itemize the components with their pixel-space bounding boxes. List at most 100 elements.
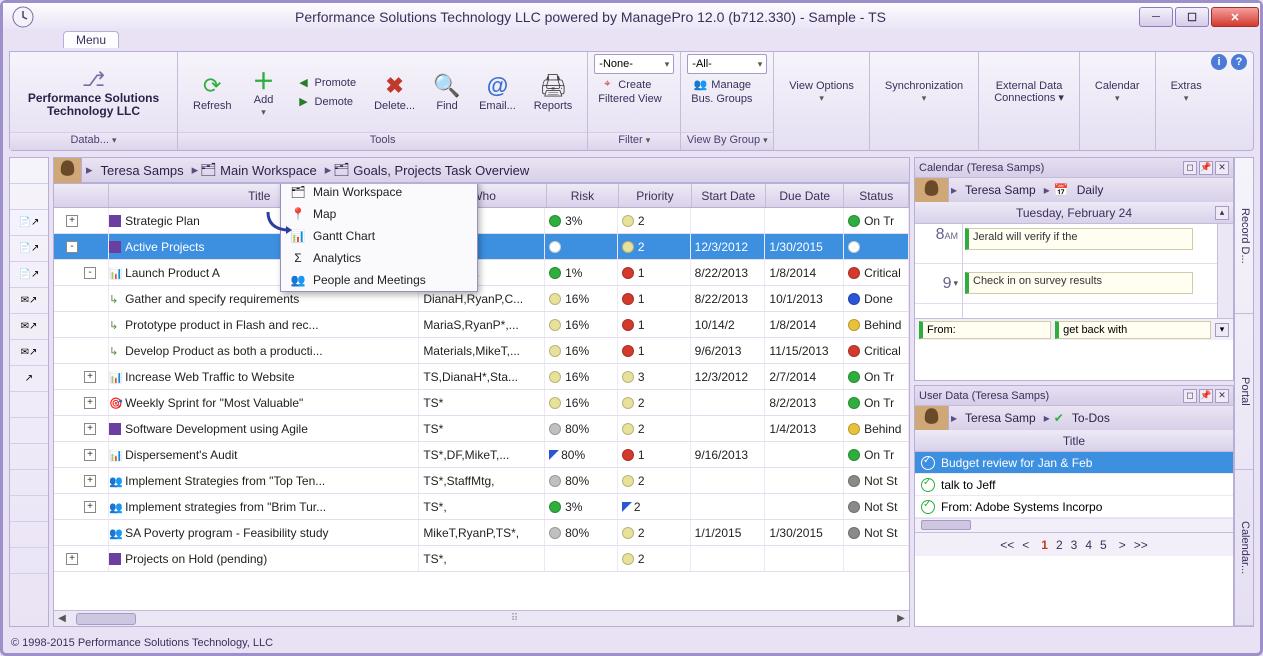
tree-toggle[interactable]: - (66, 241, 78, 253)
col-start[interactable]: Start Date (692, 184, 766, 207)
refresh-button[interactable]: ⟳ Refresh (184, 67, 241, 117)
tree-toggle[interactable]: + (66, 553, 78, 565)
table-row[interactable]: +👥Implement Strategies from "Top Ten...T… (54, 468, 909, 494)
pager-page[interactable]: 2 (1056, 538, 1063, 552)
menu-analytics[interactable]: ΣAnalytics (281, 247, 477, 269)
panel-popout-icon[interactable]: ◻ (1183, 389, 1197, 403)
filter-group-dropdown-icon[interactable]: ▾ (646, 135, 651, 145)
col-due[interactable]: Due Date (766, 184, 844, 207)
calendar-button[interactable]: Calendar▾ (1086, 75, 1149, 109)
cal-getback-pill[interactable]: get back with (1055, 321, 1211, 339)
brand-line2[interactable]: Technology LLC (47, 104, 140, 118)
scroll-thumb[interactable] (76, 613, 136, 625)
minimize-button[interactable]: ─ (1139, 7, 1173, 27)
menu-tab[interactable]: Menu (63, 31, 119, 48)
email-button[interactable]: @ Email... (470, 67, 525, 117)
cal-bc-view[interactable]: Daily (1071, 183, 1110, 197)
datab-dropdown-icon[interactable]: ▾ (112, 135, 117, 145)
gutter-flag-2[interactable]: 📄↗ (10, 236, 48, 262)
panel-close-icon[interactable]: ✕ (1215, 389, 1229, 403)
col-risk[interactable]: Risk (547, 184, 619, 207)
table-row[interactable]: +🎯Weekly Sprint for "Most Valuable"TS*16… (54, 390, 909, 416)
panel-pin-icon[interactable]: 📌 (1199, 389, 1213, 403)
bc-workspace[interactable]: Main Workspace (214, 163, 323, 178)
col-status[interactable]: Status (844, 184, 909, 207)
delete-button[interactable]: ✖ Delete... (365, 67, 424, 117)
table-row[interactable]: +Software Development using AgileTS*80%2… (54, 416, 909, 442)
help-icon[interactable]: ? (1231, 54, 1247, 70)
pager-first[interactable]: << (1000, 538, 1014, 552)
todo-col-title[interactable]: Title (915, 430, 1233, 452)
view-options-button[interactable]: View Options▾ (780, 75, 863, 109)
menu-gantt[interactable]: 📊Gantt Chart (281, 225, 477, 247)
table-row[interactable]: -📊Launch Product AMariaS*,...1%18/22/201… (54, 260, 909, 286)
calendar-event[interactable]: Jerald will verify if the (965, 228, 1193, 250)
col-priority[interactable]: Priority (619, 184, 691, 207)
pager-page[interactable]: 1 (1041, 538, 1048, 552)
table-row[interactable]: ↳Develop Product as both a producti...Ma… (54, 338, 909, 364)
promote-button[interactable]: ◀Promote (291, 74, 362, 91)
group-combo[interactable]: -All-▾ (687, 54, 767, 74)
filter-combo[interactable]: -None-▾ (594, 54, 674, 74)
maximize-button[interactable]: ☐ (1175, 7, 1209, 27)
tree-toggle[interactable]: + (84, 501, 96, 513)
tree-toggle[interactable]: - (84, 267, 96, 279)
table-row[interactable]: 👥SA Poverty program - Feasibility studyM… (54, 520, 909, 546)
bc-overview[interactable]: Goals, Projects Task Overview (347, 163, 535, 178)
sidetab-portal[interactable]: Portal (1235, 314, 1253, 470)
find-button[interactable]: 🔍 Find (424, 67, 470, 117)
tree-toggle[interactable]: + (84, 475, 96, 487)
table-row[interactable]: ↳Prototype product in Flash and rec...Ma… (54, 312, 909, 338)
menu-people[interactable]: 👥People and Meetings (281, 269, 477, 291)
scroll-right-icon[interactable]: ▶ (893, 613, 909, 624)
table-row[interactable]: +Projects on Hold (pending)TS*,2 (54, 546, 909, 572)
scroll-left-icon[interactable]: ◀ (54, 613, 70, 624)
gutter-flag-1[interactable]: 📄↗ (10, 210, 48, 236)
gutter-flag-5[interactable]: ✉↗ (10, 314, 48, 340)
brand-line1[interactable]: Performance Solutions (28, 91, 159, 105)
table-row[interactable]: +📊Increase Web Traffic to WebsiteTS,Dian… (54, 364, 909, 390)
pager-last[interactable]: >> (1134, 538, 1148, 552)
grid-h-scrollbar[interactable]: ◀ ⠿ ▶ (54, 610, 909, 626)
table-row[interactable]: ↳Gather and specify requirementsDianaH,R… (54, 286, 909, 312)
bc-user[interactable]: Teresa Samps (95, 163, 190, 178)
menu-main-workspace[interactable]: 🗂Main Workspace (281, 183, 477, 203)
reports-button[interactable]: 🖨 Reports (525, 67, 582, 117)
panel-close-icon[interactable]: ✕ (1215, 161, 1229, 175)
bc-chevron-icon[interactable]: ▸ (323, 162, 334, 178)
tree-toggle[interactable]: + (84, 423, 96, 435)
hour-dropdown-icon[interactable]: ▾ (953, 278, 958, 289)
extras-button[interactable]: Extras▾ (1162, 75, 1211, 109)
table-row[interactable]: +📊Dispersement's AuditTS*,DF,MikeT,...80… (54, 442, 909, 468)
panel-popout-icon[interactable]: ◻ (1183, 161, 1197, 175)
demote-button[interactable]: ▶Demote (291, 93, 362, 110)
pager-prev[interactable]: < (1022, 538, 1029, 552)
todo-item[interactable]: Budget review for Jan & Feb (915, 452, 1233, 474)
bc-chevron-icon[interactable]: ▸ (84, 162, 95, 178)
tree-toggle[interactable]: + (84, 371, 96, 383)
cal-from-pill[interactable]: From: (919, 321, 1051, 339)
add-button[interactable]: ＋ Add▾ (241, 61, 287, 123)
info-icon[interactable]: i (1211, 54, 1227, 70)
pager-next[interactable]: > (1119, 538, 1126, 552)
tree-toggle[interactable]: + (84, 397, 96, 409)
menu-map[interactable]: 📍Map (281, 203, 477, 225)
bc-chevron-icon[interactable]: ▸ (190, 162, 201, 178)
table-row[interactable]: +Strategic Plan3%2On Tr (54, 208, 909, 234)
tree-toggle[interactable]: + (66, 215, 78, 227)
table-row[interactable]: +👥Implement strategies from "Brim Tur...… (54, 494, 909, 520)
todo-item[interactable]: talk to Jeff (915, 474, 1233, 496)
gutter-flag-7[interactable]: ↗ (10, 366, 48, 392)
calendar-event[interactable]: Check in on survey results (965, 272, 1193, 294)
close-button[interactable]: ✕ (1211, 7, 1259, 27)
manage-groups-button[interactable]: 👥Manage (687, 76, 756, 93)
panel-pin-icon[interactable]: 📌 (1199, 161, 1213, 175)
pager-page[interactable]: 3 (1071, 538, 1078, 552)
sidetab-record[interactable]: Record D... (1235, 158, 1253, 314)
cal-scroll-down-icon[interactable]: ▾ (1215, 323, 1229, 337)
gutter-flag-4[interactable]: ✉↗ (10, 288, 48, 314)
col-tree[interactable] (54, 184, 109, 207)
grid-body[interactable]: +Strategic Plan3%2On Tr-Active Projects2… (54, 208, 909, 610)
create-filter-button[interactable]: ⌖Create (594, 76, 656, 93)
todo-item[interactable]: From: Adobe Systems Incorpo (915, 496, 1233, 518)
